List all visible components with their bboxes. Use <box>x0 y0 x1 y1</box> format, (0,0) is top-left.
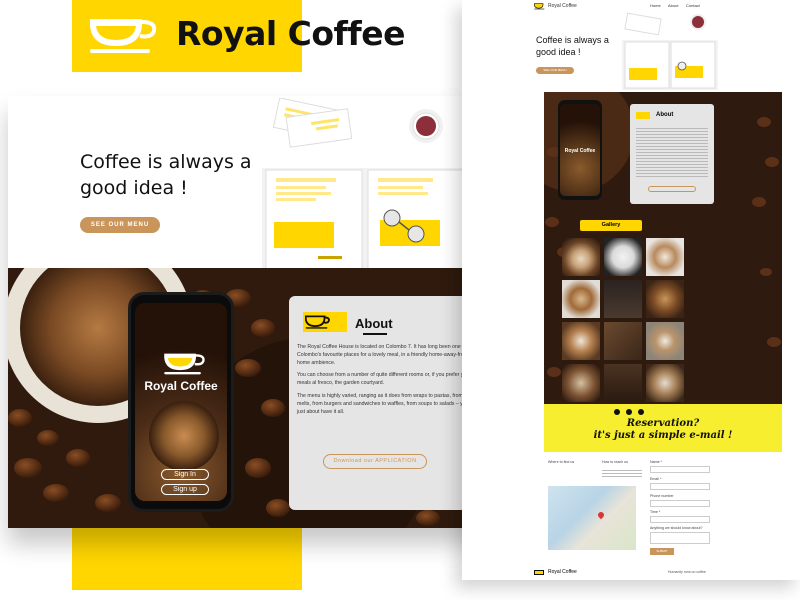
gallery-photo[interactable] <box>646 364 684 402</box>
right-about-badge <box>636 112 650 119</box>
nav-link-about[interactable]: About <box>668 3 678 8</box>
phone-screen: Royal Coffee Sign In Sign up <box>135 303 227 501</box>
right-footer: Royal Coffee Humanity runs on coffee <box>534 568 782 578</box>
time-select[interactable] <box>650 516 710 523</box>
reservation-line-1: Reservation? <box>626 418 700 429</box>
gallery-photo[interactable] <box>562 322 600 360</box>
contact-section: Where to find us How to reach us Name * … <box>544 452 782 562</box>
twitter-icon[interactable] <box>638 409 644 415</box>
social-icons <box>614 409 654 415</box>
find-us-heading: Where to find us <box>548 460 575 464</box>
location-map[interactable] <box>548 486 636 550</box>
right-phone-name: Royal Coffee <box>564 148 596 154</box>
about-title: About <box>355 316 393 331</box>
form-label-time: Time * <box>650 510 661 514</box>
gallery-photo[interactable] <box>604 238 642 276</box>
about-card: About The Royal Coffee House is located … <box>289 296 490 510</box>
email-field[interactable] <box>650 483 710 490</box>
menu-book-illustration <box>262 168 468 274</box>
phone-coffee-photo <box>149 401 219 471</box>
gallery-label: Gallery <box>580 220 642 231</box>
gallery-photo[interactable] <box>562 364 600 402</box>
download-app-button[interactable]: Download our APPLICATION <box>323 454 427 469</box>
see-menu-button[interactable]: SEE OUR MENU <box>80 217 160 233</box>
instagram-icon[interactable] <box>626 409 632 415</box>
gallery-photo[interactable] <box>562 238 600 276</box>
gallery-label-text: Gallery <box>601 222 621 228</box>
gallery-photo[interactable] <box>646 280 684 318</box>
nav-brand: Royal Coffee <box>548 3 577 9</box>
right-app-button[interactable] <box>648 186 696 192</box>
hero-headline: Coffee is always a good idea ! <box>80 151 252 199</box>
phone-sign-up-button[interactable]: Sign up <box>161 484 209 495</box>
phone-cup-logo-icon <box>164 353 205 375</box>
gallery-photo[interactable] <box>646 238 684 276</box>
form-label-phone: Phone number <box>650 494 674 498</box>
right-phone-mockup: Royal Coffee <box>558 100 602 200</box>
footer-cup-icon <box>534 570 544 575</box>
right-hero-headline: Coffee is always a good idea ! <box>536 35 609 57</box>
right-about-text <box>636 126 708 178</box>
submit-button[interactable]: SUBMIT <box>650 548 674 555</box>
reservation-line-2: it's just a simple e-mail ! <box>593 430 733 441</box>
phone-field[interactable] <box>650 500 710 507</box>
coffee-cup-logo-icon <box>90 19 157 53</box>
map-pin-icon <box>596 510 606 520</box>
full-page-mockup: Royal Coffee Home About Contact Coffee i… <box>462 0 800 580</box>
nav-link-home[interactable]: Home <box>650 3 661 8</box>
phone-sign-in-button[interactable]: Sign In <box>161 469 209 480</box>
right-hero-illustration <box>622 12 718 90</box>
footer-brand: Royal Coffee <box>548 569 577 575</box>
right-about-card: About <box>630 104 714 204</box>
right-about-title: About <box>656 112 674 118</box>
notes-textarea[interactable] <box>650 532 710 544</box>
footer-tagline: Humanity runs on coffee <box>668 570 706 574</box>
form-label-email: Email * <box>650 477 662 481</box>
gallery-photo[interactable] <box>604 322 642 360</box>
gallery-photo[interactable] <box>646 322 684 360</box>
about-underline <box>363 333 387 335</box>
name-field[interactable] <box>650 466 710 473</box>
form-label-name: Name * <box>650 460 662 464</box>
about-paragraph: You can choose from a number of quite di… <box>297 372 471 387</box>
right-menu-button[interactable]: SEE OUR MENU <box>536 67 574 74</box>
phone-mockup: Royal Coffee Sign In Sign up <box>128 292 234 512</box>
gallery-photo[interactable] <box>562 280 600 318</box>
about-paragraph: The Royal Coffee House is located on Col… <box>297 344 470 366</box>
facebook-icon[interactable] <box>614 409 620 415</box>
reservation-banner: Reservation? it's just a simple e-mail ! <box>544 404 782 452</box>
brand-title: Royal Coffee <box>176 14 406 53</box>
about-body: The Royal Coffee House is located on Col… <box>297 344 482 421</box>
contact-details <box>602 468 642 478</box>
nav-cup-logo-icon <box>534 3 545 10</box>
gallery-photo[interactable] <box>604 364 642 402</box>
right-about-gallery-section: Royal Coffee About Gallery <box>544 92 782 404</box>
form-label-notes: Anything we should know about? <box>650 526 703 530</box>
showcase-canvas: Royal Coffee Coffee is always a good ide… <box>0 0 800 600</box>
gallery-photo[interactable] <box>604 280 642 318</box>
nav-link-contact[interactable]: Contact <box>686 3 700 8</box>
reservation-heading: Reservation? it's just a simple e-mail ! <box>544 418 782 442</box>
phone-app-name: Royal Coffee <box>144 379 218 393</box>
yellow-bottom-block <box>72 528 302 590</box>
about-cup-icon <box>305 315 330 329</box>
about-paragraph: The menu is highly varied, ranging as it… <box>297 392 482 415</box>
reach-us-heading: How to reach us <box>602 460 628 464</box>
business-cards-illustration <box>272 98 443 148</box>
